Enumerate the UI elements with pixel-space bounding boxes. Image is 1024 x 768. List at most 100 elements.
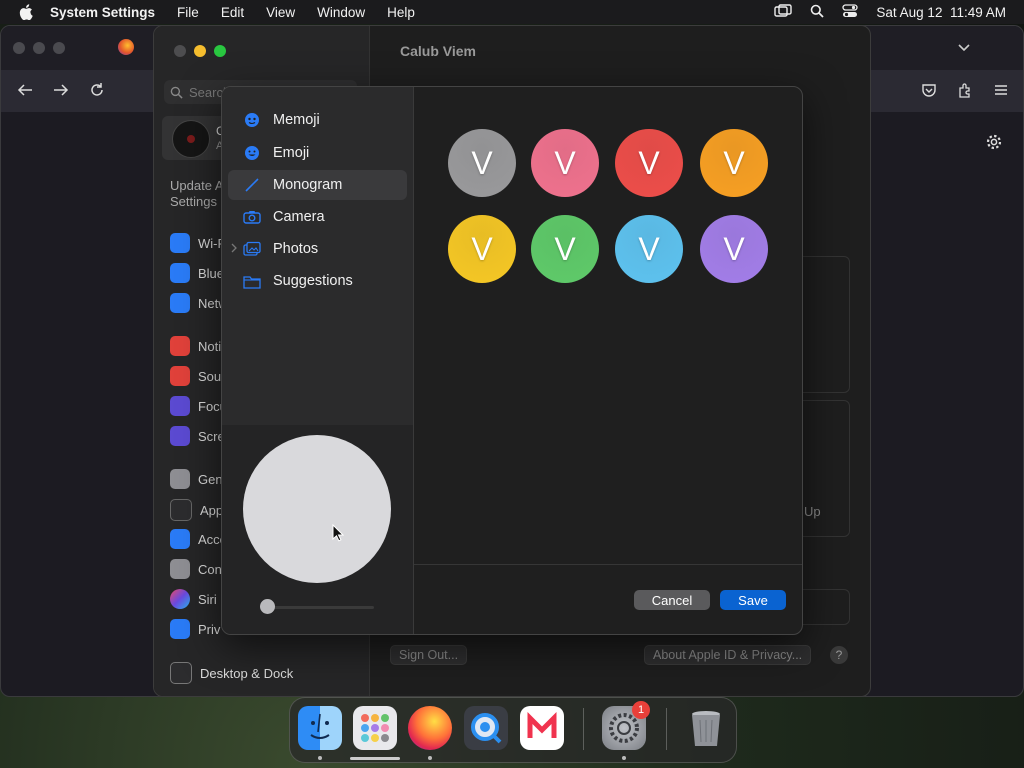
sidebar-item-wifi[interactable]: Wi-F — [170, 233, 225, 253]
sidebar-item-network[interactable]: Netw — [170, 293, 228, 313]
system-settings-running-indicator — [622, 756, 626, 760]
appearance-icon — [170, 499, 192, 521]
sidebar-item-accessibility[interactable]: Acce — [170, 529, 227, 549]
finder-icon[interactable] — [298, 706, 342, 750]
launchpad-icon[interactable] — [353, 706, 397, 750]
picker-source-list: Memoji Emoji Monogram Camera Photos Sugg… — [222, 87, 413, 425]
sidebar-item-notifications[interactable]: Noti — [170, 336, 221, 356]
update-settings-text[interactable]: Update A Settings — [170, 178, 224, 210]
zoom-window-button[interactable] — [214, 45, 226, 57]
source-label-emoji: Emoji — [273, 145, 310, 161]
menu-edit[interactable]: Edit — [221, 5, 244, 20]
firefox-tab-icon[interactable] — [118, 39, 134, 55]
emoji-icon — [243, 144, 261, 162]
sidebar-item-appearance[interactable]: App — [170, 499, 223, 521]
close-window-button[interactable] — [174, 45, 186, 57]
monogram-option-gray[interactable]: V — [448, 129, 516, 197]
back-arrow-icon[interactable] — [17, 82, 33, 103]
monogram-option-red[interactable]: V — [615, 129, 683, 197]
monogram-option-purple[interactable]: V — [700, 215, 768, 283]
dialog-divider — [413, 87, 414, 634]
source-label-photos: Photos — [273, 241, 319, 257]
sidebar-item-bluetooth[interactable]: Blue — [170, 263, 224, 283]
source-label-monogram: Monogram — [273, 177, 343, 193]
monogram-option-pink[interactable]: V — [531, 129, 599, 197]
memoji-icon — [243, 111, 261, 129]
source-item-monogram[interactable]: Monogram — [228, 170, 407, 200]
window-traffic-lights — [174, 45, 226, 57]
focus-moon-icon — [170, 396, 190, 416]
source-label-camera: Camera — [273, 209, 325, 225]
sound-icon — [170, 366, 190, 386]
menu-window[interactable]: Window — [317, 5, 365, 20]
dock: 1 — [289, 697, 737, 763]
screen-time-hourglass-icon — [170, 426, 190, 446]
camera-icon — [243, 208, 261, 226]
firefox-dock-icon[interactable] — [408, 706, 452, 750]
firefox-settings-gear-icon[interactable] — [985, 133, 1003, 156]
menu-app-name[interactable]: System Settings — [50, 5, 155, 20]
general-gear-icon — [170, 469, 190, 489]
zoom-slider-track[interactable] — [266, 606, 374, 609]
sidebar-item-siri[interactable]: Siri — [170, 589, 217, 609]
avatar-preview-circle[interactable] — [243, 435, 391, 583]
source-item-emoji[interactable]: Emoji — [228, 138, 407, 168]
quicktime-icon[interactable] — [464, 706, 508, 750]
apple-menu-icon[interactable] — [18, 4, 34, 20]
finder-running-indicator — [318, 756, 322, 760]
extensions-icon[interactable] — [957, 82, 973, 103]
mouse-cursor-icon — [332, 523, 345, 547]
menu-help[interactable]: Help — [387, 5, 415, 20]
monogram-option-orange[interactable]: V — [700, 129, 768, 197]
search-icon — [170, 86, 183, 99]
menu-view[interactable]: View — [266, 5, 295, 20]
avatar — [172, 120, 210, 158]
source-label-memoji: Memoji — [273, 112, 320, 128]
dialog-footer-divider — [414, 564, 802, 565]
source-label-suggestions: Suggestions — [273, 273, 353, 289]
source-item-memoji[interactable]: Memoji — [228, 105, 407, 135]
about-apple-id-privacy-button[interactable]: About Apple ID & Privacy... — [644, 645, 812, 665]
help-button[interactable]: ? — [830, 646, 848, 664]
dock-separator-trash — [666, 708, 667, 750]
source-item-suggestions[interactable]: Suggestions — [228, 266, 407, 296]
notification-badge: 1 — [632, 701, 650, 719]
forward-arrow-icon[interactable] — [53, 82, 69, 103]
source-item-camera[interactable]: Camera — [228, 202, 407, 232]
network-icon — [170, 293, 190, 313]
minimize-window-button[interactable] — [194, 45, 206, 57]
monogram-option-yellow[interactable]: V — [448, 215, 516, 283]
spotlight-search-icon[interactable] — [810, 4, 825, 21]
sidebar-item-desktop-dock[interactable]: Desktop & Dock — [170, 662, 293, 684]
hamburger-menu-icon[interactable] — [993, 82, 1009, 103]
sidebar-item-focus[interactable]: Focu — [170, 396, 227, 416]
clock[interactable]: Sat Aug 12 11:49 AM — [876, 5, 1006, 20]
news-icon[interactable] — [520, 706, 564, 750]
firefox-window-controls — [13, 42, 65, 54]
accessibility-icon — [170, 529, 190, 549]
cancel-button[interactable]: Cancel — [634, 590, 710, 610]
setup-row-text[interactable]: Up — [804, 504, 821, 519]
monogram-option-green[interactable]: V — [531, 215, 599, 283]
screen-mirroring-icon[interactable] — [774, 3, 793, 21]
control-center-icon[interactable] — [842, 3, 859, 21]
firefox-running-indicator — [428, 756, 432, 760]
tab-list-chevron-icon[interactable] — [957, 40, 971, 58]
source-item-photos[interactable]: Photos — [228, 234, 407, 264]
sign-out-button[interactable]: Sign Out... — [390, 645, 468, 665]
sidebar-item-sound[interactable]: Sou — [170, 366, 221, 386]
pocket-icon[interactable] — [921, 82, 937, 103]
sidebar-item-screen-time[interactable]: Scre — [170, 426, 225, 446]
menu-file[interactable]: File — [177, 5, 199, 20]
sidebar-item-general[interactable]: Gen — [170, 469, 223, 489]
trash-icon[interactable] — [684, 706, 728, 750]
save-button[interactable]: Save — [720, 590, 786, 610]
zoom-slider-knob[interactable] — [260, 599, 275, 614]
monogram-option-blue[interactable]: V — [615, 215, 683, 283]
sidebar-item-privacy[interactable]: Priv — [170, 619, 220, 639]
wifi-icon — [170, 233, 190, 253]
pencil-icon — [243, 176, 261, 194]
picture-picker-dialog: Memoji Emoji Monogram Camera Photos Sugg… — [221, 86, 803, 635]
reload-icon[interactable] — [89, 82, 105, 103]
sidebar-item-control-center[interactable]: Con — [170, 559, 222, 579]
